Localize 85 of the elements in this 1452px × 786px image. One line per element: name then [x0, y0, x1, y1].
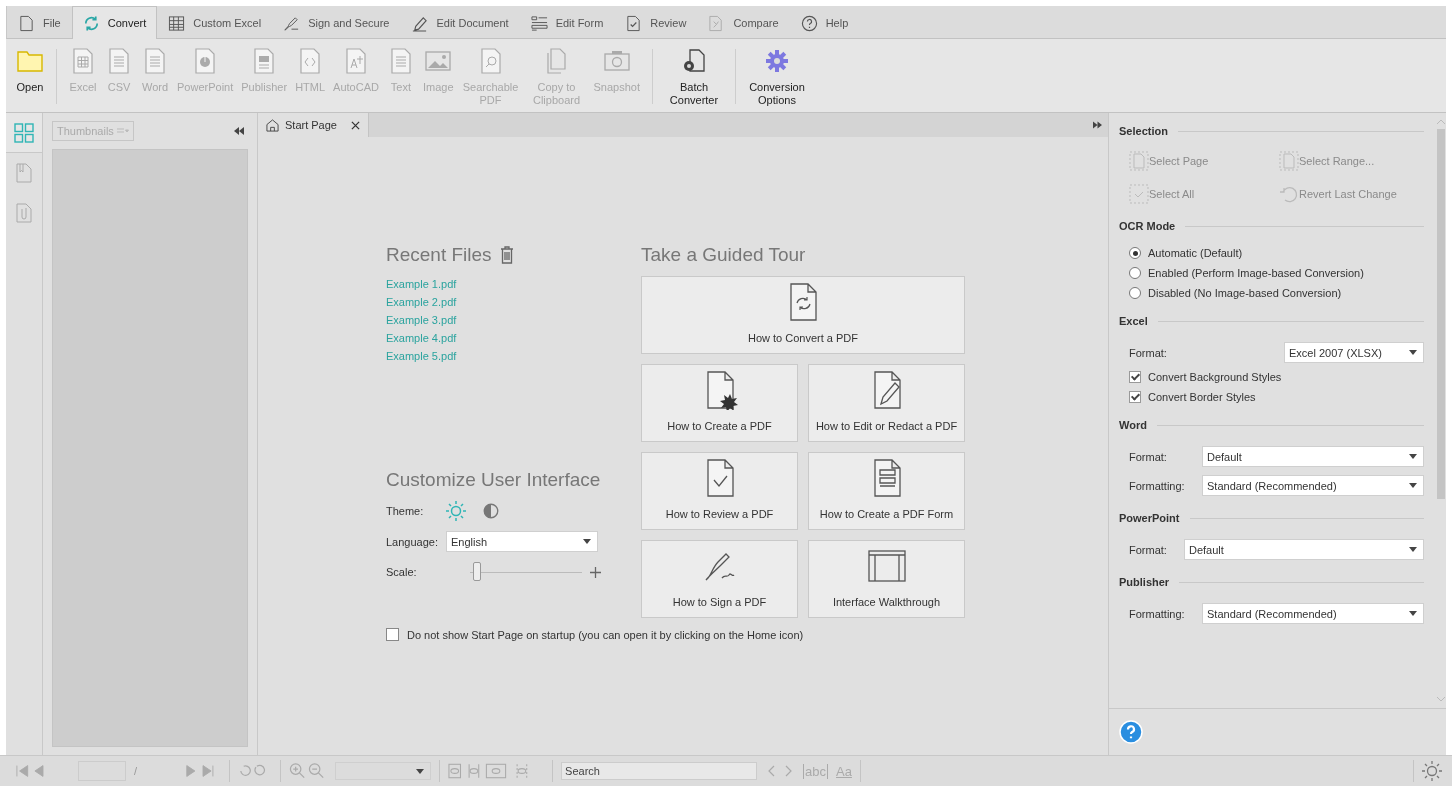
side-tab[interactable] — [6, 113, 42, 153]
check-document-icon — [625, 14, 643, 32]
thumbnails-icon — [14, 122, 34, 143]
ribbon-button[interactable]: Conversion Options — [744, 43, 810, 112]
format-dropdown[interactable]: Excel 2007 (XLSX) — [1284, 342, 1424, 363]
menu-tab[interactable]: Review — [614, 6, 698, 39]
section-heading: Publisher — [1119, 576, 1170, 588]
format-dropdown[interactable]: Standard (Recommended) — [1202, 603, 1424, 624]
section-heading: PowerPoint — [1119, 512, 1180, 524]
pencil-icon — [411, 14, 429, 32]
close-icon[interactable] — [351, 120, 360, 130]
startup-checkbox[interactable]: Do not show Start Page on startup (you can open it by clicking on the Home icon) — [386, 628, 1108, 641]
language-dropdown[interactable]: English — [446, 531, 598, 552]
field-label: Format: — [1129, 543, 1167, 556]
scale-label: Scale: — [386, 566, 418, 578]
plus-icon[interactable] — [590, 566, 601, 578]
sync-icon — [82, 14, 100, 32]
menu-tab[interactable]: File — [7, 6, 72, 39]
scrollbar-thumb[interactable] — [1437, 129, 1445, 499]
section-heading: Excel — [1119, 315, 1148, 327]
tour-card[interactable]: How to Create a PDF Form — [808, 452, 965, 530]
attachment-icon — [16, 202, 32, 223]
scroll-down-icon[interactable] — [1436, 696, 1446, 702]
scroll-up-icon[interactable] — [1436, 119, 1446, 125]
menu-tab[interactable]: Sign and Secure — [272, 6, 401, 39]
document-tab[interactable]: Start Page — [258, 113, 369, 137]
menu-tab[interactable]: Custom Excel — [157, 6, 273, 39]
sun-icon[interactable] — [446, 501, 466, 521]
page-selection-icon — [1129, 151, 1149, 171]
language-label: Language: — [386, 535, 438, 548]
table-icon — [168, 14, 186, 32]
field-label: Format: — [1129, 346, 1167, 359]
section-title: Customize User Interface — [386, 469, 602, 491]
collapse-icon[interactable] — [234, 127, 244, 135]
field-label: Formatting: — [1129, 479, 1185, 492]
dropdown-icon — [116, 128, 129, 134]
zoom-dropdown[interactable] — [335, 762, 432, 780]
ribbon-button[interactable]: Open — [12, 43, 48, 112]
search-field[interactable]: Search — [561, 762, 758, 780]
select-all-icon — [1129, 184, 1149, 204]
format-dropdown[interactable]: Standard (Recommended) — [1202, 475, 1424, 496]
help-icon — [800, 14, 818, 32]
help-icon[interactable] — [1119, 720, 1143, 744]
ocr-mode-radio[interactable]: Automatic (Default) — [1129, 247, 1424, 259]
bookmark-icon — [16, 162, 32, 183]
tour-card[interactable]: How to Create a PDF — [641, 364, 798, 442]
format-dropdown[interactable]: Default — [1184, 539, 1424, 560]
undo-icon — [1279, 184, 1299, 204]
field-label: Format: — [1129, 450, 1167, 463]
section-title: Recent Files — [386, 244, 492, 266]
option-checkbox[interactable]: Convert Border Styles — [1129, 391, 1424, 403]
form-icon — [530, 14, 548, 32]
page-separator: / — [134, 765, 138, 777]
expand-icon[interactable] — [1093, 121, 1102, 129]
field-label: Formatting: — [1129, 607, 1185, 620]
slider-thumb[interactable] — [473, 562, 482, 581]
tab-label: Start Page — [285, 119, 337, 131]
trash-icon[interactable] — [499, 246, 514, 264]
menu-tab[interactable]: Convert — [71, 6, 158, 39]
tour-card[interactable]: How to Sign a PDF — [641, 540, 798, 618]
menu-tab[interactable]: Edit Document — [400, 6, 520, 39]
section-heading: OCR Mode — [1119, 220, 1176, 232]
tour-card[interactable]: How to Edit or Redact a PDF — [808, 364, 965, 442]
ocr-mode-radio[interactable]: Enabled (Perform Image-based Conversion) — [1129, 267, 1424, 279]
signature-icon — [283, 14, 301, 32]
menu-tab[interactable]: Help — [789, 6, 860, 39]
tour-card[interactable]: How to Review a PDF — [641, 452, 798, 530]
ocr-mode-radio[interactable]: Disabled (No Image-based Conversion) — [1129, 287, 1424, 299]
ribbon-button[interactable]: Batch Converter — [661, 43, 727, 112]
contrast-icon[interactable] — [482, 502, 500, 520]
menu-tab[interactable]: Compare — [697, 6, 790, 39]
section-heading: Word — [1119, 419, 1147, 431]
menu-tab[interactable]: Edit Form — [519, 6, 615, 39]
brightness-icon[interactable] — [1422, 761, 1442, 781]
document-icon — [18, 14, 35, 32]
section-heading: Selection — [1119, 125, 1168, 137]
settings-icon — [763, 47, 791, 75]
tour-card[interactable]: Interface Walkthrough — [808, 540, 965, 618]
home-icon — [266, 118, 279, 132]
format-dropdown[interactable]: Default — [1202, 446, 1424, 467]
option-checkbox[interactable]: Convert Background Styles — [1129, 371, 1424, 383]
page-selection-icon — [1279, 151, 1299, 171]
section-title: Take a Guided Tour — [641, 244, 807, 266]
tour-card[interactable]: How to Convert a PDF — [641, 276, 965, 354]
theme-label: Theme: — [386, 505, 425, 517]
